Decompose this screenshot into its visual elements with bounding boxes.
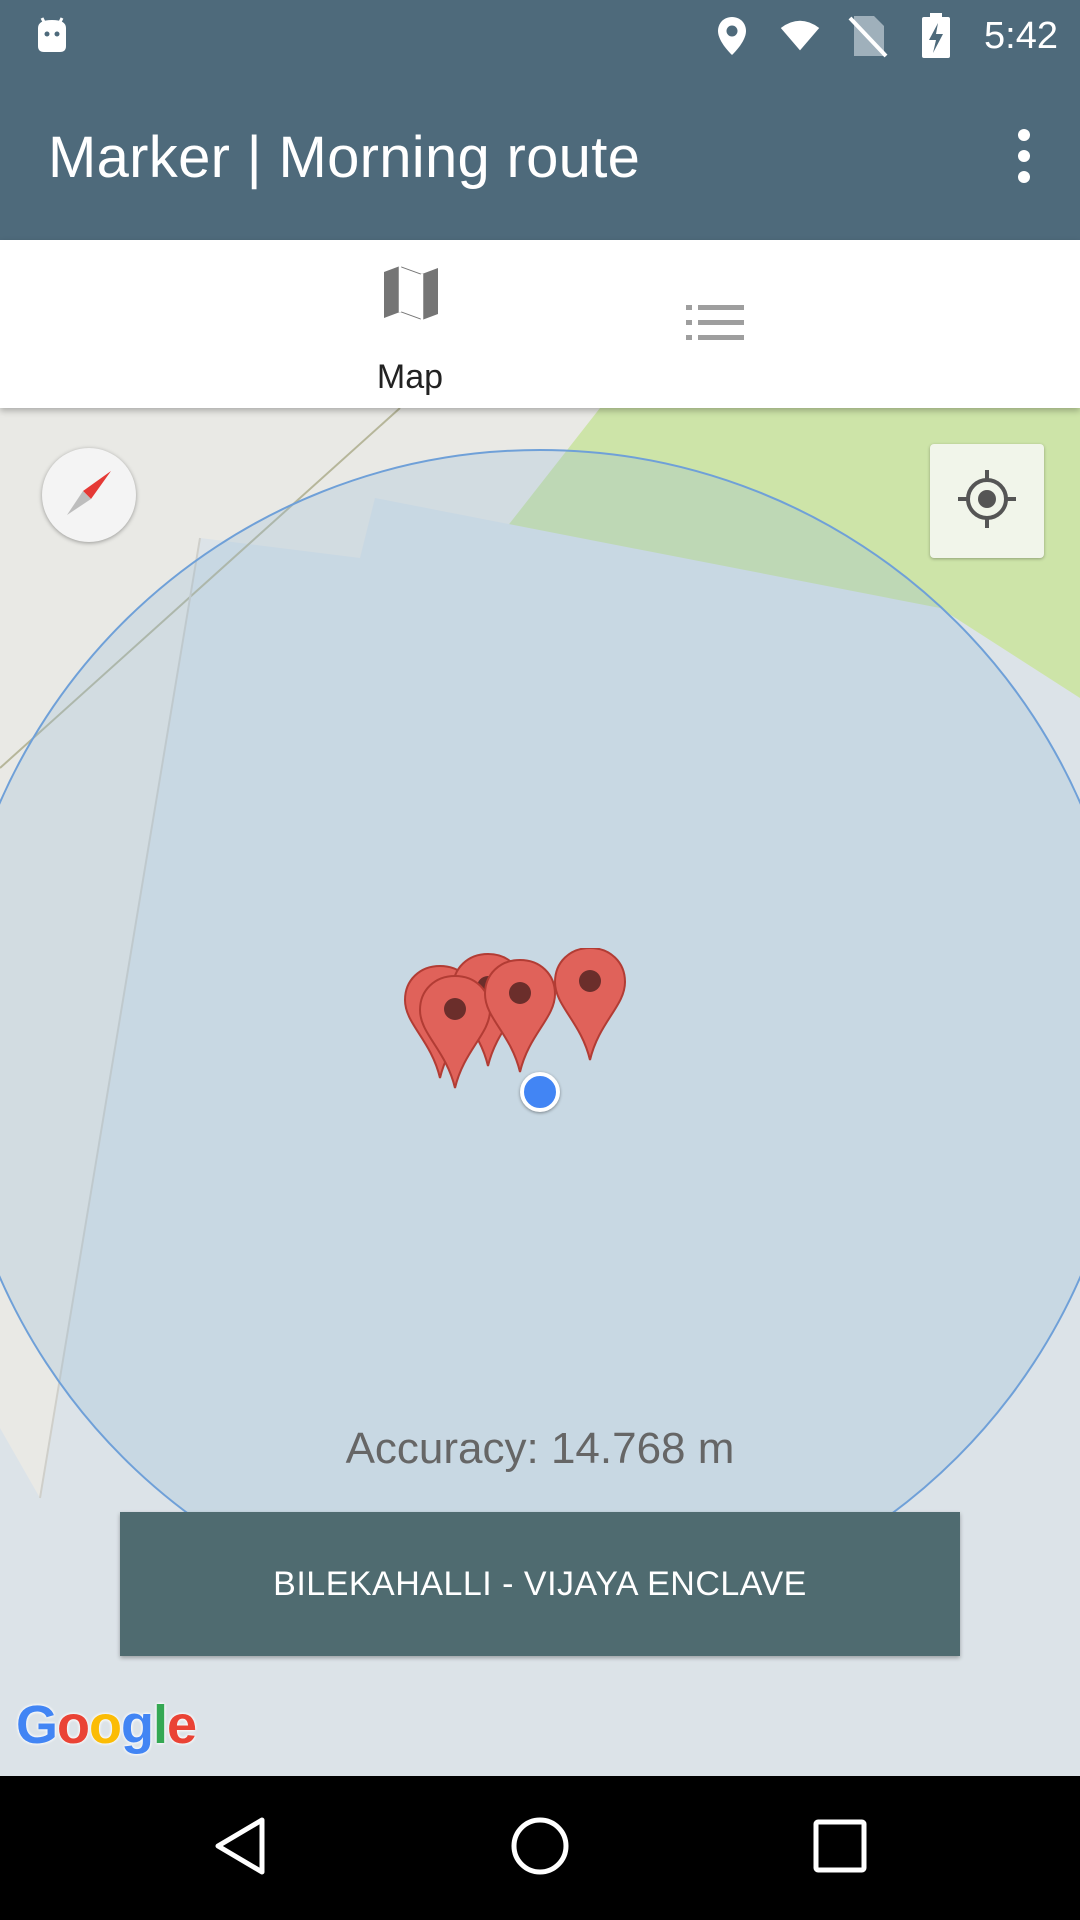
back-icon xyxy=(210,1816,270,1881)
compass-button[interactable] xyxy=(42,448,136,542)
android-icon xyxy=(34,14,74,54)
accuracy-text: Accuracy: 14.768 m xyxy=(345,1424,735,1473)
location-icon xyxy=(712,14,752,58)
tab-list[interactable] xyxy=(660,280,770,370)
status-time: 5:42 xyxy=(984,14,1058,57)
navigation-bar xyxy=(0,1776,1080,1920)
more-vert-icon[interactable] xyxy=(994,124,1054,188)
wifi-icon xyxy=(780,14,820,58)
home-icon xyxy=(510,1816,570,1881)
back-button[interactable] xyxy=(190,1798,290,1898)
map-icon xyxy=(382,264,440,327)
my-location-button[interactable] xyxy=(930,444,1044,558)
compass-icon xyxy=(61,465,117,526)
map-view[interactable]: Accuracy: 14.768 m BILEKAHALLI - VIJAYA … xyxy=(0,408,1080,1776)
my-location-icon xyxy=(956,468,1018,535)
map-marker[interactable] xyxy=(554,948,626,1061)
recents-icon xyxy=(812,1818,868,1879)
map-marker[interactable] xyxy=(484,959,556,1073)
map-marker[interactable] xyxy=(419,975,491,1089)
battery-charging-icon xyxy=(916,13,956,58)
google-logo: Google xyxy=(16,1695,197,1755)
my-location-dot xyxy=(520,1072,560,1112)
page-title: Marker | Morning route xyxy=(48,125,641,190)
marker-cluster xyxy=(404,948,626,1089)
tab-bar: Map xyxy=(0,240,1080,408)
list-icon xyxy=(686,304,744,346)
home-button[interactable] xyxy=(490,1798,590,1898)
status-bar: 5:42 xyxy=(0,0,1080,72)
app-bar: Marker | Morning route xyxy=(0,72,1080,240)
no-sim-icon xyxy=(848,14,888,58)
place-button[interactable]: BILEKAHALLI - VIJAYA ENCLAVE xyxy=(120,1512,960,1656)
tab-map-label: Map xyxy=(376,358,444,396)
recents-button[interactable] xyxy=(790,1798,890,1898)
tab-map[interactable]: Map xyxy=(330,258,490,398)
